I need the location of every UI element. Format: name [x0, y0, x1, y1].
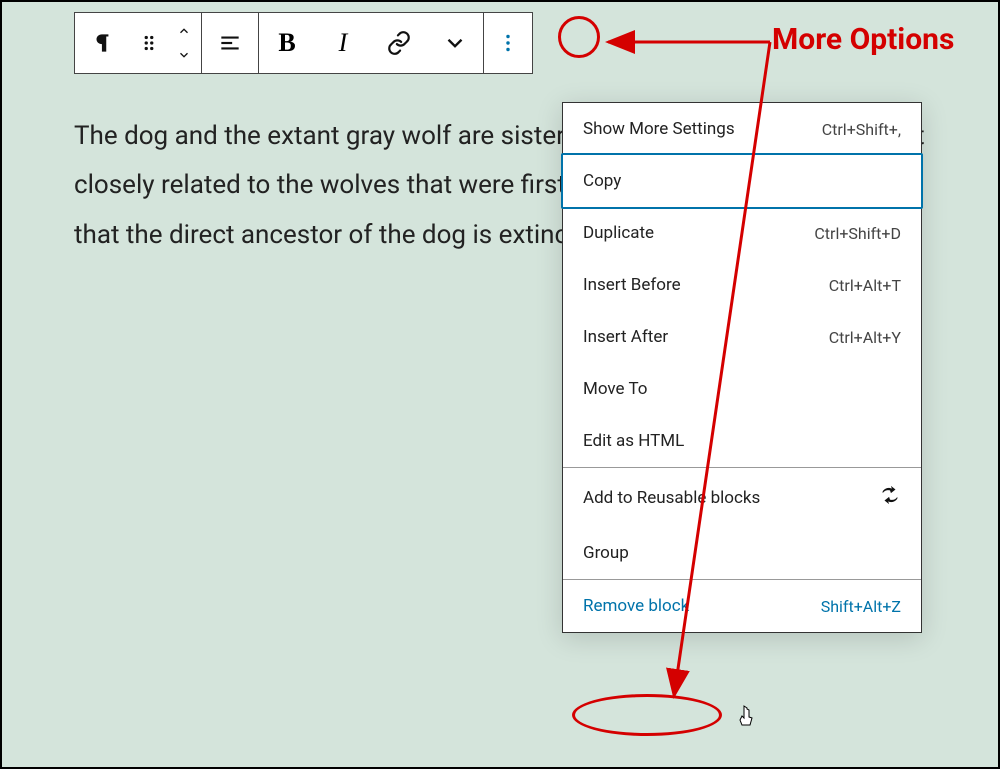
link-button[interactable] — [371, 13, 427, 73]
menu-add-reusable[interactable]: Add to Reusable blocks — [563, 468, 921, 527]
menu-label: Copy — [583, 171, 621, 191]
annotation-ellipse-remove — [572, 694, 722, 736]
link-icon — [386, 30, 412, 56]
annotation-circle-more — [558, 16, 600, 58]
menu-shortcut: Ctrl+Shift+D — [814, 224, 901, 243]
move-down-button[interactable] — [167, 43, 201, 67]
more-vertical-icon — [495, 30, 521, 56]
block-toolbar: B I — [74, 12, 533, 74]
menu-insert-after[interactable]: Insert After Ctrl+Alt+Y — [563, 311, 921, 363]
chevron-up-icon — [174, 24, 194, 38]
menu-move-to[interactable]: Move To — [563, 363, 921, 415]
align-left-icon — [217, 30, 243, 56]
menu-label: Insert Before — [583, 275, 681, 295]
bold-icon: B — [278, 28, 295, 58]
menu-shortcut: Ctrl+Alt+T — [829, 276, 901, 295]
menu-group[interactable]: Group — [563, 527, 921, 579]
menu-edit-html[interactable]: Edit as HTML — [563, 415, 921, 467]
block-type-paragraph-button[interactable] — [75, 13, 131, 73]
chevron-down-icon — [442, 30, 468, 56]
annotation-label-more: More Options — [772, 22, 954, 57]
more-options-menu: Show More Settings Ctrl+Shift+, Copy Dup… — [562, 102, 922, 633]
drag-icon — [138, 32, 160, 54]
menu-label: Remove block — [583, 596, 689, 616]
pointer-cursor-icon — [737, 704, 757, 728]
menu-shortcut: Ctrl+Shift+, — [822, 120, 901, 139]
more-options-button[interactable] — [484, 13, 532, 73]
drag-handle[interactable] — [131, 13, 167, 73]
menu-shortcut: Shift+Alt+Z — [821, 597, 901, 616]
menu-label: Insert After — [583, 327, 668, 347]
align-button[interactable] — [202, 13, 258, 73]
bold-button[interactable]: B — [259, 13, 315, 73]
menu-label: Edit as HTML — [583, 431, 684, 451]
menu-label: Add to Reusable blocks — [583, 488, 760, 508]
menu-copy[interactable]: Copy — [561, 153, 923, 209]
reusable-icon — [879, 484, 901, 511]
menu-shortcut: Ctrl+Alt+Y — [829, 328, 901, 347]
move-up-button[interactable] — [167, 19, 201, 43]
more-rich-text-button[interactable] — [427, 13, 483, 73]
chevron-down-icon — [174, 48, 194, 62]
pilcrow-icon — [90, 30, 116, 56]
menu-remove-block[interactable]: Remove block Shift+Alt+Z — [563, 580, 921, 632]
menu-label: Move To — [583, 379, 647, 399]
italic-button[interactable]: I — [315, 13, 371, 73]
menu-insert-before[interactable]: Insert Before Ctrl+Alt+T — [563, 259, 921, 311]
menu-label: Show More Settings — [583, 119, 735, 139]
menu-label: Group — [583, 543, 629, 563]
menu-show-more-settings[interactable]: Show More Settings Ctrl+Shift+, — [563, 103, 921, 155]
menu-duplicate[interactable]: Duplicate Ctrl+Shift+D — [563, 207, 921, 259]
italic-icon: I — [339, 28, 348, 58]
menu-label: Duplicate — [583, 223, 654, 243]
